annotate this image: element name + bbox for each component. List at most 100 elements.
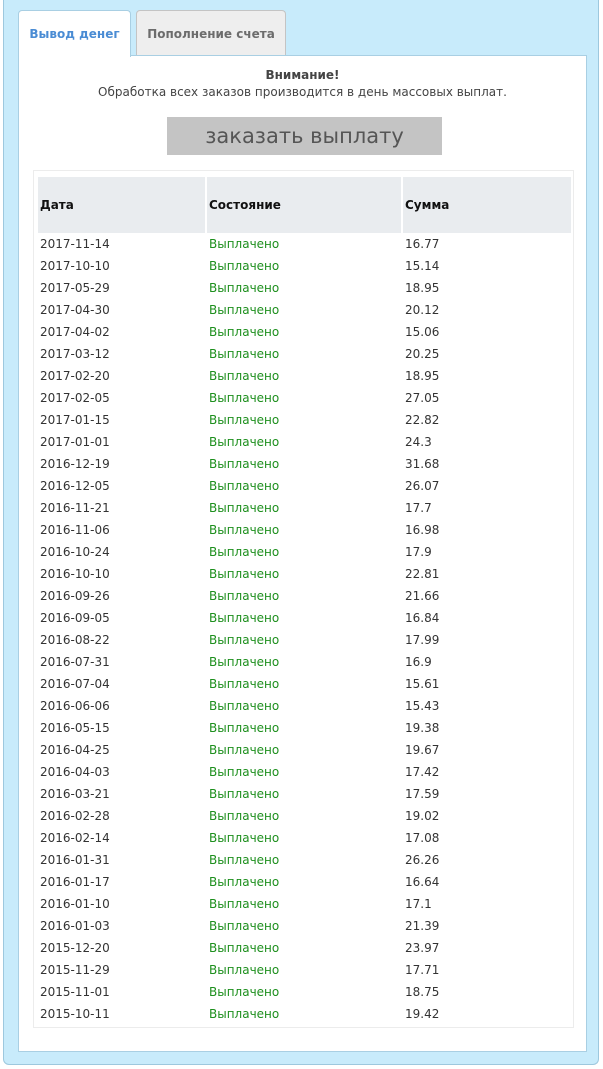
table-row: 2017-01-01 Выплачено 24.3 <box>38 431 571 453</box>
status-cell: Выплачено <box>209 435 280 449</box>
sum-cell: 17.59 <box>405 787 440 801</box>
date-cell: 2016-03-21 <box>40 787 110 801</box>
table-row: 2016-01-10 Выплачено 17.1 <box>38 893 571 915</box>
date-cell: 2016-01-17 <box>40 875 110 889</box>
order-payout-button[interactable]: заказать выплату <box>167 117 442 155</box>
date-cell: 2016-09-05 <box>40 611 110 625</box>
status-cell: Выплачено <box>209 633 280 647</box>
sum-cell: 16.77 <box>405 237 440 251</box>
status-cell: Выплачено <box>209 743 280 757</box>
table-row: 2016-04-25 Выплачено 19.67 <box>38 739 571 761</box>
table-row: 2016-02-14 Выплачено 17.08 <box>38 827 571 849</box>
status-cell: Выплачено <box>209 941 280 955</box>
withdraw-panel: Внимание! Обработка всех заказов произво… <box>18 55 587 1052</box>
status-cell: Выплачено <box>209 369 280 383</box>
date-cell: 2016-02-28 <box>40 809 110 823</box>
table-row: 2016-06-06 Выплачено 15.43 <box>38 695 571 717</box>
table-row: 2017-11-14 Выплачено 16.77 <box>38 233 571 255</box>
status-cell: Выплачено <box>209 457 280 471</box>
table-row: 2015-11-29 Выплачено 17.71 <box>38 959 571 981</box>
table-row: 2016-03-21 Выплачено 17.59 <box>38 783 571 805</box>
status-cell: Выплачено <box>209 1007 280 1021</box>
sum-cell: 17.71 <box>405 963 440 977</box>
status-cell: Выплачено <box>209 897 280 911</box>
table-row: 2017-05-29 Выплачено 18.95 <box>38 277 571 299</box>
table-header: Дата Состояние Сумма <box>38 177 571 233</box>
status-cell: Выплачено <box>209 545 280 559</box>
sum-cell: 22.81 <box>405 567 440 581</box>
date-cell: 2017-04-02 <box>40 325 110 339</box>
table-row: 2016-04-03 Выплачено 17.42 <box>38 761 571 783</box>
status-cell: Выплачено <box>209 259 280 273</box>
date-cell: 2016-12-19 <box>40 457 110 471</box>
date-cell: 2016-06-06 <box>40 699 110 713</box>
status-cell: Выплачено <box>209 347 280 361</box>
sum-cell: 16.84 <box>405 611 440 625</box>
status-cell: Выплачено <box>209 567 280 581</box>
status-cell: Выплачено <box>209 303 280 317</box>
table-row: 2016-11-21 Выплачено 17.7 <box>38 497 571 519</box>
date-cell: 2016-11-21 <box>40 501 110 515</box>
notice-title: Внимание! <box>265 68 340 82</box>
status-cell: Выплачено <box>209 853 280 867</box>
sum-cell: 18.75 <box>405 985 440 999</box>
status-cell: Выплачено <box>209 787 280 801</box>
sum-cell: 27.05 <box>405 391 440 405</box>
date-cell: 2015-12-20 <box>40 941 110 955</box>
sum-cell: 16.9 <box>405 655 432 669</box>
payouts-table: Дата Состояние Сумма 2017-11-14 Выплачено… <box>33 170 574 1028</box>
table-row: 2016-02-28 Выплачено 19.02 <box>38 805 571 827</box>
sum-cell: 19.02 <box>405 809 440 823</box>
sum-cell: 17.99 <box>405 633 440 647</box>
date-cell: 2017-03-12 <box>40 347 110 361</box>
status-cell: Выплачено <box>209 831 280 845</box>
sum-cell: 21.39 <box>405 919 440 933</box>
date-cell: 2017-05-29 <box>40 281 110 295</box>
sum-cell: 22.82 <box>405 413 440 427</box>
date-cell: 2016-01-03 <box>40 919 110 933</box>
date-cell: 2016-09-26 <box>40 589 110 603</box>
sum-cell: 17.9 <box>405 545 432 559</box>
header-date: Дата <box>38 177 205 233</box>
date-cell: 2016-08-22 <box>40 633 110 647</box>
sum-cell: 23.97 <box>405 941 440 955</box>
date-cell: 2017-02-20 <box>40 369 110 383</box>
sum-cell: 17.08 <box>405 831 440 845</box>
status-cell: Выплачено <box>209 721 280 735</box>
status-cell: Выплачено <box>209 589 280 603</box>
table-row: 2016-12-19 Выплачено 31.68 <box>38 453 571 475</box>
table-row: 2017-02-20 Выплачено 18.95 <box>38 365 571 387</box>
status-cell: Выплачено <box>209 875 280 889</box>
table-row: 2015-12-20 Выплачено 23.97 <box>38 937 571 959</box>
table-row: 2017-04-30 Выплачено 20.12 <box>38 299 571 321</box>
status-cell: Выплачено <box>209 655 280 669</box>
sum-cell: 15.14 <box>405 259 440 273</box>
table-row: 2016-10-10 Выплачено 22.81 <box>38 563 571 585</box>
sum-cell: 20.12 <box>405 303 440 317</box>
sum-cell: 18.95 <box>405 281 440 295</box>
sum-cell: 19.38 <box>405 721 440 735</box>
table-row: 2017-01-15 Выплачено 22.82 <box>38 409 571 431</box>
status-cell: Выплачено <box>209 611 280 625</box>
header-status: Состояние <box>207 177 401 233</box>
date-cell: 2017-10-10 <box>40 259 110 273</box>
sum-cell: 15.43 <box>405 699 440 713</box>
sum-cell: 17.7 <box>405 501 432 515</box>
table-row: 2016-01-03 Выплачено 21.39 <box>38 915 571 937</box>
date-cell: 2016-10-24 <box>40 545 110 559</box>
status-cell: Выплачено <box>209 281 280 295</box>
table-row: 2015-11-01 Выплачено 18.75 <box>38 981 571 1003</box>
date-cell: 2017-04-30 <box>40 303 110 317</box>
sum-cell: 18.95 <box>405 369 440 383</box>
status-cell: Выплачено <box>209 237 280 251</box>
table-row: 2016-07-31 Выплачено 16.9 <box>38 651 571 673</box>
sum-cell: 17.42 <box>405 765 440 779</box>
tab-withdraw[interactable]: Вывод денег <box>18 10 131 57</box>
date-cell: 2016-04-03 <box>40 765 110 779</box>
table-row: 2017-02-05 Выплачено 27.05 <box>38 387 571 409</box>
tab-deposit[interactable]: Пополнение счета <box>136 10 286 56</box>
table-row: 2016-12-05 Выплачено 26.07 <box>38 475 571 497</box>
date-cell: 2015-10-11 <box>40 1007 110 1021</box>
table-row: 2017-10-10 Выплачено 15.14 <box>38 255 571 277</box>
status-cell: Выплачено <box>209 919 280 933</box>
